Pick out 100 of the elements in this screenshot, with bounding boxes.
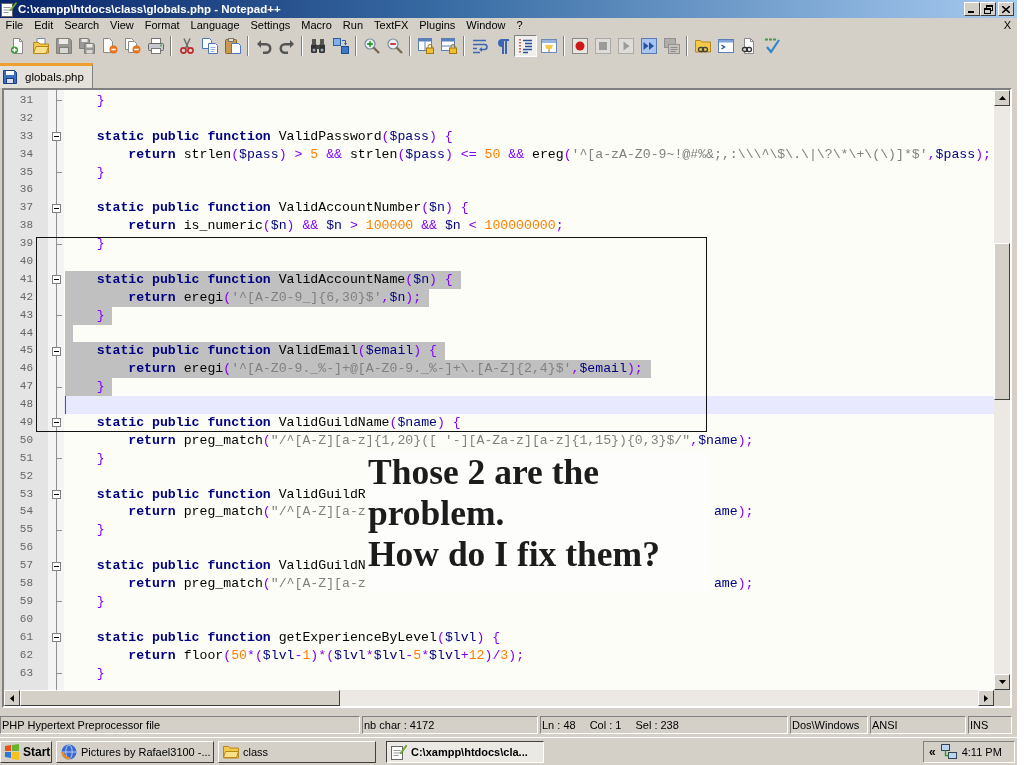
menu-item[interactable]: Edit: [28, 18, 59, 33]
line-number: 41: [19, 271, 33, 287]
menu-item[interactable]: File: [0, 18, 29, 33]
line-number: 51: [19, 450, 33, 466]
menu-item[interactable]: View: [104, 18, 140, 33]
menu-item[interactable]: Format: [139, 18, 186, 33]
line-number: 39: [19, 236, 33, 252]
line-number: 45: [19, 343, 33, 359]
line-number: 36: [19, 182, 33, 198]
globe-icon: [61, 743, 77, 760]
menu-item[interactable]: Language: [185, 18, 245, 33]
code-line: return preg_match("/^[A-Z][a-z]{1,20}([ '-][A-Za-z][a-z]{1,15}){0,3}$/",$name);: [128, 431, 754, 450]
show-hidden-icons-button[interactable]: «: [929, 744, 936, 759]
restore-icon: [983, 4, 993, 14]
line-number: 50: [19, 432, 33, 448]
notepad-icon: [391, 743, 407, 760]
window-title: C:\xampp\htdocs\class\globals.php - Notepad++: [18, 3, 282, 15]
code-line: }: [96, 92, 105, 110]
line-number: 52: [19, 468, 33, 484]
status-text: Sel : 238: [635, 719, 679, 731]
line-number: 48: [19, 397, 33, 413]
scroll-right-button[interactable]: [978, 690, 994, 706]
status-text: ANSI: [872, 719, 898, 731]
arrow-down-icon: [998, 680, 1006, 684]
line-number: 43: [19, 307, 33, 323]
status-text: PHP Hypertext Preprocessor file: [2, 719, 161, 731]
line-number: 32: [19, 110, 33, 126]
taskbar-button[interactable]: Pictures by Rafael3100 -...: [56, 740, 214, 763]
restore-button[interactable]: [980, 2, 996, 16]
close-document-button[interactable]: X: [997, 18, 1017, 33]
taskbar-button[interactable]: class: [218, 740, 376, 763]
menu-item[interactable]: TextFX: [368, 18, 414, 33]
code-line: static public function ValidGuildN: [96, 557, 366, 576]
code-line: return preg_match("/^[A-Z][a-z: [128, 503, 366, 522]
status-text: Ln : 48: [542, 719, 576, 731]
code-line: return preg_match("/^[A-Z][a-z: [128, 575, 366, 593]
line-number: 34: [19, 146, 33, 162]
taskbar-button[interactable]: C:\xampp\htdocs\cla...: [386, 740, 544, 763]
code-line: return floor(50*($lvl-1)*($lvl*$lvl-5*$lvl+12)/3);: [128, 646, 525, 665]
line-number: 46: [19, 361, 33, 377]
close-button[interactable]: [998, 2, 1014, 16]
line-number: 38: [19, 218, 33, 234]
code-line: }: [96, 664, 105, 683]
line-number: 44: [19, 325, 33, 341]
arrow-up-icon: [998, 96, 1006, 100]
arrow-right-icon: [984, 694, 988, 702]
line-number: 60: [19, 611, 33, 627]
status-text: Dos\Windows: [792, 719, 860, 731]
code-line: }: [96, 235, 105, 253]
code-line: }: [96, 449, 105, 468]
line-number: 33: [19, 128, 33, 144]
menu-item[interactable]: Plugins: [413, 18, 461, 33]
status-text: INS: [970, 719, 989, 731]
line-number: 61: [19, 629, 33, 645]
code-line: static public function ValidGuildName($name) {: [96, 414, 461, 432]
windows-flag-icon: [4, 743, 20, 760]
line-number: 37: [19, 200, 33, 216]
menu-item[interactable]: Search: [58, 18, 105, 33]
code-line: static public function ValidAccountNumber($n) {: [96, 199, 469, 218]
code-line: static public function ValidGuildR: [96, 485, 366, 504]
menu-item[interactable]: Settings: [245, 18, 296, 33]
menu-item[interactable]: Run: [337, 18, 369, 33]
menu-item[interactable]: ?: [510, 18, 529, 33]
line-number: 56: [19, 540, 33, 556]
scroll-up-button[interactable]: [994, 90, 1010, 106]
line-number: 63: [19, 665, 33, 681]
code-line: ame);: [713, 503, 754, 522]
scroll-down-button[interactable]: [994, 674, 1010, 690]
annotation-text: Those 2 are the problem.: [368, 452, 601, 534]
file-tab[interactable]: globals.php: [0, 63, 93, 88]
line-number: 53: [19, 486, 33, 502]
menu-item[interactable]: Window: [460, 18, 511, 33]
start-button[interactable]: Start: [0, 740, 52, 763]
text-cursor: [65, 396, 66, 415]
code-line: static public function ValidPassword($pass) {: [96, 127, 453, 146]
line-number: 35: [19, 164, 33, 180]
line-number: 49: [19, 415, 33, 431]
code-line: ame);: [713, 575, 754, 593]
line-number: 55: [19, 522, 33, 538]
folder-icon: [223, 743, 239, 760]
line-number: 62: [19, 647, 33, 663]
code-line: }: [96, 521, 105, 540]
line-number: 54: [19, 504, 33, 520]
line-number: 31: [19, 93, 33, 108]
annotation-text: How do I fix them?: [368, 534, 661, 575]
network-computers-icon: [940, 743, 957, 760]
notepad-icon: [1, 1, 17, 17]
line-number: 58: [19, 576, 33, 592]
scroll-left-button[interactable]: [4, 690, 20, 706]
code-line: }: [96, 163, 105, 182]
minimize-button[interactable]: [964, 2, 980, 16]
scrollbar-thumb[interactable]: [994, 243, 1010, 400]
code-line: return is_numeric($n) && $n > 100000 && $n < 100000000;: [128, 217, 564, 236]
clock: 4:11 PM: [961, 745, 1002, 758]
line-number: 42: [19, 289, 33, 305]
menu-item[interactable]: Macro: [295, 18, 338, 33]
code-line: return strlen($pass) > 5 && strlen($pass) <= 50 && ereg('^[a-zA-Z0-9~!@#%&;,:\\\^\$\.\|\?\*\+\(\)]*$',$pass);: [128, 145, 991, 164]
scrollbar-thumb[interactable]: [20, 690, 340, 706]
code-line: }: [96, 592, 105, 611]
code-line: static public function getExperienceByLevel($lvl) {: [96, 628, 501, 647]
